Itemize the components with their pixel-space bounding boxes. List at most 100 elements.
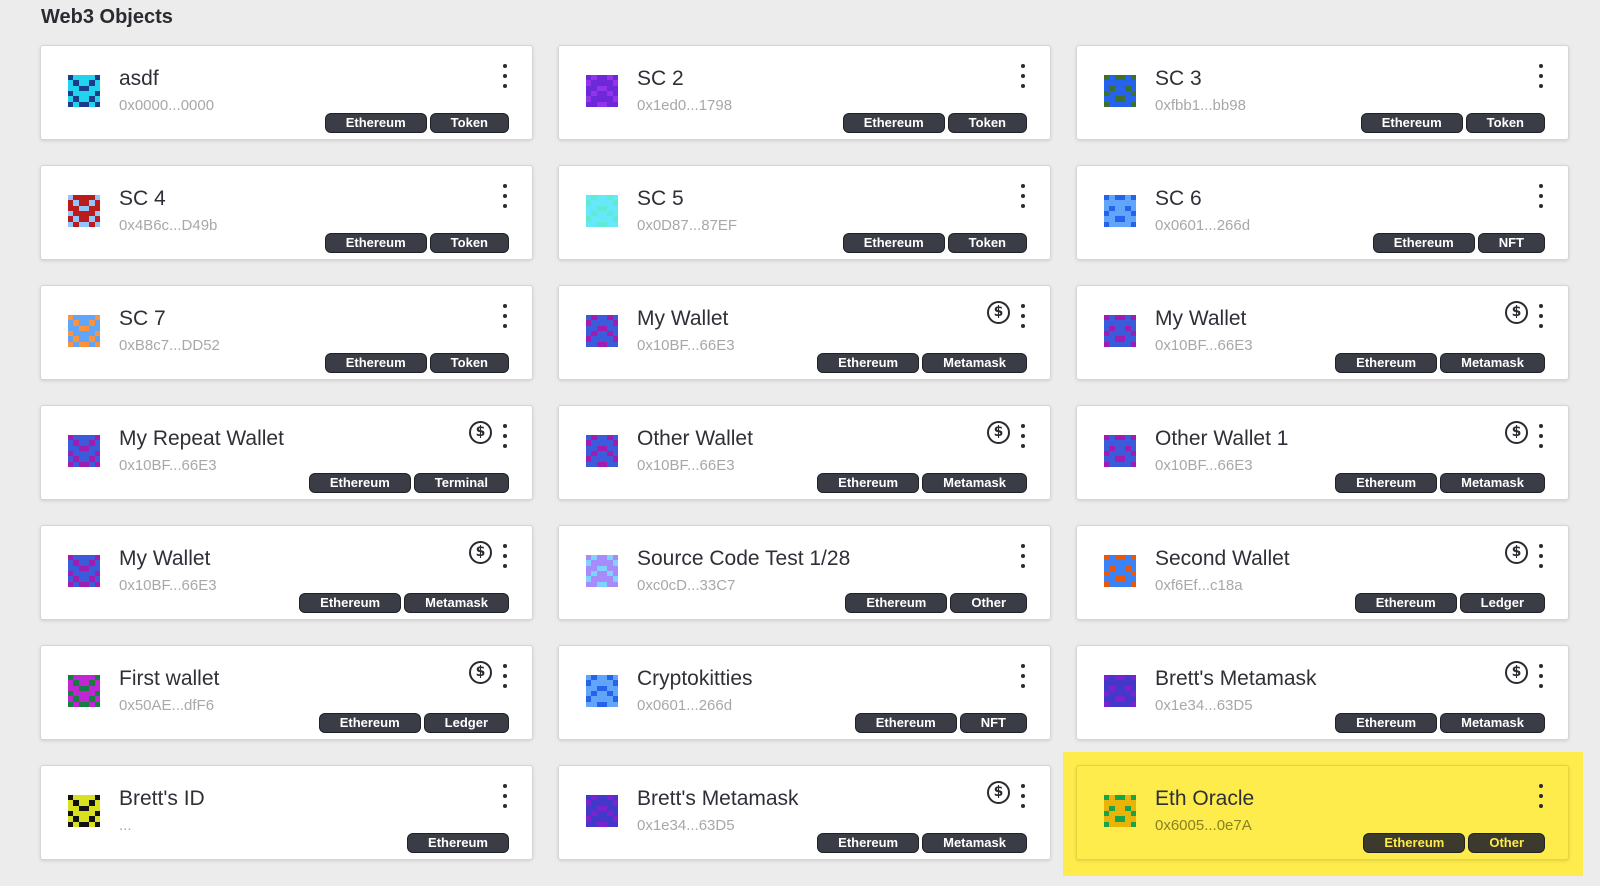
tag-badge: Ethereum (319, 714, 420, 732)
kebab-menu-icon[interactable] (500, 184, 510, 208)
kebab-menu-icon[interactable] (500, 304, 510, 328)
object-address: 0x0000...0000 (119, 97, 215, 114)
object-address: 0xfbb1...bb98 (1155, 97, 1246, 114)
web3-object-card[interactable]: First wallet 0x50AE...dfF6 $ Ethereum Ledger (40, 645, 533, 740)
objects-grid: asdf 0x0000...0000 Ethereum Token SC 2 0x1ed0… (40, 45, 1569, 860)
object-name: My Repeat Wallet (119, 427, 284, 450)
web3-object-card[interactable]: Cryptokitties 0x0601...266d Ethereum NFT (558, 645, 1051, 740)
web3-object-card[interactable]: SC 7 0xB8c7...DD52 Ethereum Token (40, 285, 533, 380)
web3-object-card[interactable]: SC 2 0x1ed0...1798 Ethereum Token (558, 45, 1051, 140)
kebab-menu-icon[interactable] (500, 664, 510, 688)
kebab-menu-icon[interactable] (1018, 424, 1028, 448)
object-name: Second Wallet (1155, 547, 1290, 570)
tag-badge: Metamask (923, 354, 1026, 372)
tag-badge: Ledger (424, 714, 508, 732)
web3-object-card[interactable]: My Repeat Wallet 0x10BF...66E3 $ Ethereum Te… (40, 405, 533, 500)
kebab-menu-icon[interactable] (1536, 424, 1546, 448)
dollar-circle-icon[interactable]: $ (1505, 421, 1528, 444)
identicon-avatar (586, 315, 618, 347)
web3-object-card[interactable]: Brett's Metamask 0x1e34...63D5 $ Ethereum Me… (1076, 645, 1569, 740)
object-name: My Wallet (119, 547, 211, 570)
object-address: 0x10BF...66E3 (637, 457, 735, 474)
kebab-menu-icon[interactable] (1536, 184, 1546, 208)
web3-object-card[interactable]: SC 4 0x4B6c...D49b Ethereum Token (40, 165, 533, 260)
web3-object-card[interactable]: Source Code Test 1/28 0xc0cD...33C7 Ethere… (558, 525, 1051, 620)
web3-object-card[interactable]: My Wallet 0x10BF...66E3 $ Ethereum Metamask (40, 525, 533, 620)
tag-badge: Token (430, 114, 508, 132)
kebab-menu-icon[interactable] (1018, 304, 1028, 328)
tag-badge: Ethereum (300, 594, 401, 612)
tag-badge: Metamask (923, 834, 1026, 852)
web3-object-card[interactable]: SC 3 0xfbb1...bb98 Ethereum Token (1076, 45, 1569, 140)
identicon-avatar (68, 75, 100, 107)
identicon-avatar (1104, 795, 1136, 827)
tag-list: Ethereum Token (325, 354, 508, 372)
kebab-menu-icon[interactable] (1536, 64, 1546, 88)
tag-badge: Ethereum (325, 114, 426, 132)
identicon-avatar (1104, 75, 1136, 107)
tag-badge: Token (1466, 114, 1544, 132)
kebab-menu-icon[interactable] (1536, 544, 1546, 568)
object-address: 0x10BF...66E3 (119, 577, 217, 594)
kebab-menu-icon[interactable] (1536, 784, 1546, 808)
object-name: Brett's Metamask (1155, 667, 1317, 690)
kebab-menu-icon[interactable] (1018, 64, 1028, 88)
web3-object-card[interactable]: Eth Oracle 0x6005...0e7A Ethereum Other (1076, 765, 1569, 860)
tag-list: Ethereum Metamask (300, 594, 508, 612)
dollar-circle-icon[interactable]: $ (987, 301, 1010, 324)
object-name: My Wallet (1155, 307, 1247, 330)
identicon-avatar (68, 195, 100, 227)
web3-object-card[interactable]: Brett's Metamask 0x1e34...63D5 $ Ethereum Me… (558, 765, 1051, 860)
object-address: 0x50AE...dfF6 (119, 697, 215, 714)
tag-badge: Ethereum (309, 474, 410, 492)
web3-object-card[interactable]: Second Wallet 0xf6Ef...c18a $ Ethereum Ledge… (1076, 525, 1569, 620)
web3-object-card[interactable]: SC 6 0x0601...266d Ethereum NFT (1076, 165, 1569, 260)
dollar-circle-icon[interactable]: $ (469, 661, 492, 684)
web3-object-card[interactable]: Other Wallet 1 0x10BF...66E3 $ Ethereum Meta… (1076, 405, 1569, 500)
kebab-menu-icon[interactable] (1536, 304, 1546, 328)
object-address: 0xc0cD...33C7 (637, 577, 736, 594)
identicon-avatar (68, 675, 100, 707)
tag-badge: Ethereum (408, 834, 508, 852)
tag-list: Ethereum Metamask (1336, 474, 1544, 492)
kebab-menu-icon[interactable] (1018, 184, 1028, 208)
tag-badge: Ethereum (1361, 114, 1462, 132)
kebab-menu-icon[interactable] (1018, 664, 1028, 688)
tag-list: Ethereum Ledger (1355, 594, 1544, 612)
web3-object-card[interactable]: asdf 0x0000...0000 Ethereum Token (40, 45, 533, 140)
tag-badge: Ethereum (818, 474, 919, 492)
kebab-menu-icon[interactable] (500, 784, 510, 808)
dollar-circle-icon[interactable]: $ (1505, 661, 1528, 684)
dollar-circle-icon[interactable]: $ (469, 541, 492, 564)
kebab-menu-icon[interactable] (500, 64, 510, 88)
web3-object-card[interactable]: My Wallet 0x10BF...66E3 $ Ethereum Metamask (1076, 285, 1569, 380)
tag-badge: Ethereum (818, 354, 919, 372)
tag-list: Ethereum Token (843, 114, 1026, 132)
dollar-circle-icon[interactable]: $ (987, 781, 1010, 804)
web3-object-card[interactable]: Brett's ID... Ethereum (40, 765, 533, 860)
tag-list: Ethereum Metamask (1336, 714, 1544, 732)
object-address: 0xB8c7...DD52 (119, 337, 220, 354)
object-address: 0x1e34...63D5 (637, 817, 735, 834)
kebab-menu-icon[interactable] (500, 544, 510, 568)
kebab-menu-icon[interactable] (1018, 784, 1028, 808)
object-address: 0x0601...266d (1155, 217, 1251, 234)
object-address: 0x1ed0...1798 (637, 97, 733, 114)
object-name: Other Wallet 1 (1155, 427, 1289, 450)
web3-object-card[interactable]: SC 5 0x0D87...87EF Ethereum Token (558, 165, 1051, 260)
dollar-circle-icon[interactable]: $ (469, 421, 492, 444)
tag-list: Ethereum Other (1364, 834, 1544, 852)
tag-badge: Other (951, 594, 1026, 612)
kebab-menu-icon[interactable] (1018, 544, 1028, 568)
dollar-circle-icon[interactable]: $ (987, 421, 1010, 444)
kebab-menu-icon[interactable] (500, 424, 510, 448)
object-name: SC 4 (119, 187, 166, 210)
identicon-avatar (586, 555, 618, 587)
kebab-menu-icon[interactable] (1536, 664, 1546, 688)
object-address: 0x0D87...87EF (637, 217, 738, 234)
dollar-circle-icon[interactable]: $ (1505, 301, 1528, 324)
object-name: SC 7 (119, 307, 166, 330)
web3-object-card[interactable]: My Wallet 0x10BF...66E3 $ Ethereum Metamask (558, 285, 1051, 380)
web3-object-card[interactable]: Other Wallet 0x10BF...66E3 $ Ethereum Metama… (558, 405, 1051, 500)
dollar-circle-icon[interactable]: $ (1505, 541, 1528, 564)
